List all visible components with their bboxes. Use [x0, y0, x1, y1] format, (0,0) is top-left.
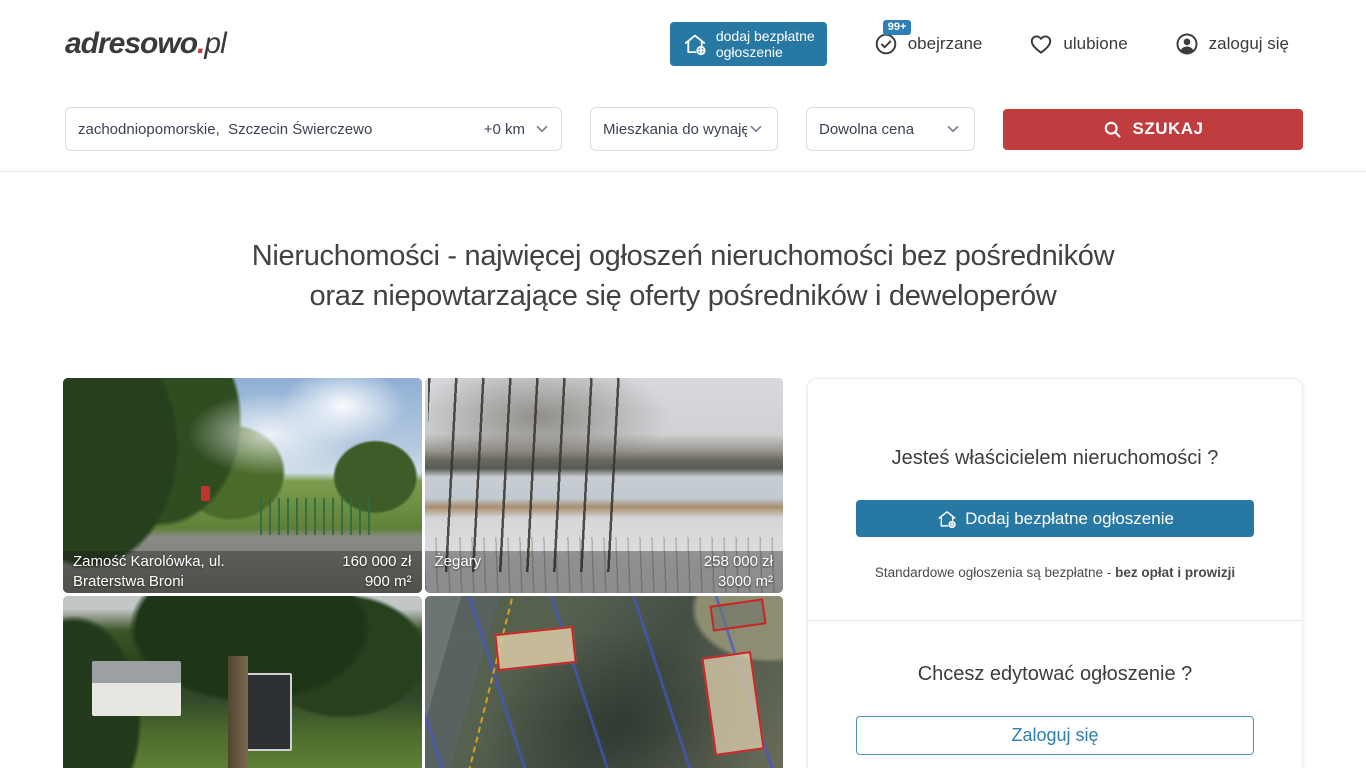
- favorites-button[interactable]: ulubione: [1028, 31, 1127, 57]
- listing-area: 900 m²: [342, 572, 411, 592]
- panel-add-listing-button[interactable]: Dodaj bezpłatne ogłoszenie: [856, 500, 1254, 537]
- listing-photo: [425, 596, 784, 768]
- house-plus-icon: [936, 508, 958, 530]
- viewed-button[interactable]: 99+ obejrzane: [873, 31, 983, 57]
- listing-card[interactable]: Zamość Karolówka, ul.Braterstwa Broni 16…: [63, 378, 422, 593]
- add-listing-label: dodaj bezpłatne ogłoszenie: [716, 28, 815, 60]
- listing-caption: Żegary 258 000 zł3000 m²: [425, 551, 784, 593]
- login-label: zaloguj się: [1209, 34, 1289, 54]
- price-value: Dowolna cena: [819, 121, 914, 138]
- photo-art: [228, 656, 248, 768]
- panel-divider: [808, 620, 1302, 621]
- login-button[interactable]: zaloguj się: [1174, 31, 1289, 57]
- chevron-down-icon: [944, 120, 962, 138]
- viewed-count-badge: 99+: [883, 20, 912, 35]
- site-logo[interactable]: adresowo.pl: [65, 27, 226, 61]
- owner-panel: Jesteś właścicielem nieruchomości ? Doda…: [807, 378, 1303, 768]
- search-submit-label: SZUKAJ: [1132, 119, 1203, 139]
- panel-login-label: Zaloguj się: [1011, 725, 1098, 746]
- listing-price: 160 000 zł: [342, 552, 411, 572]
- location-field: +0 km: [65, 107, 562, 151]
- photo-art: [92, 661, 182, 717]
- listing-area: 3000 m²: [704, 572, 773, 592]
- category-select[interactable]: Mieszkania do wynajęc: [590, 107, 778, 151]
- page-title: Nieruchomości - najwięcej ogłoszeń nieru…: [0, 236, 1366, 316]
- location-input[interactable]: [78, 121, 478, 138]
- panel-add-listing-label: Dodaj bezpłatne ogłoszenie: [965, 509, 1174, 529]
- favorites-label: ulubione: [1063, 34, 1127, 54]
- price-select[interactable]: Dowolna cena: [806, 107, 975, 151]
- main-content: Zamość Karolówka, ul.Braterstwa Broni 16…: [0, 378, 1366, 768]
- search-bar-section: +0 km Mieszkania do wynajęc Dowolna cena…: [0, 88, 1366, 172]
- edit-heading: Chcesz edytować ogłoszenie ?: [856, 663, 1254, 686]
- listing-grid: Zamość Karolówka, ul.Braterstwa Broni 16…: [63, 378, 783, 768]
- radius-value: +0 km: [484, 121, 525, 138]
- listing-card[interactable]: Korenowo Pieszycko, ul. 240 000 zł: [63, 596, 422, 768]
- account-circle-icon: [1174, 31, 1200, 57]
- photo-art: [246, 673, 293, 750]
- house-plus-icon: [682, 31, 708, 57]
- top-header: adresowo.pl dodaj bezpłatne ogłoszenie 9…: [0, 0, 1366, 88]
- listing-price: 258 000 zł: [704, 552, 773, 572]
- owner-heading: Jesteś właścicielem nieruchomości ?: [856, 447, 1254, 470]
- radius-select[interactable]: +0 km: [484, 120, 551, 138]
- hero-section: Nieruchomości - najwięcej ogłoszeń nieru…: [0, 236, 1366, 316]
- logo-main: adresowo: [65, 27, 197, 60]
- viewed-label: obejrzane: [908, 34, 983, 54]
- page: adresowo.pl dodaj bezpłatne ogłoszenie 9…: [0, 0, 1366, 768]
- header-actions: dodaj bezpłatne ogłoszenie 99+ obejrzane…: [670, 22, 1289, 66]
- heart-icon: [1028, 31, 1054, 57]
- category-value: Mieszkania do wynajęc: [603, 121, 747, 138]
- search-icon: [1102, 119, 1123, 140]
- chevron-down-icon: [533, 120, 551, 138]
- photo-art: [260, 498, 375, 535]
- add-listing-button[interactable]: dodaj bezpłatne ogłoszenie: [670, 22, 827, 66]
- listing-photo: [63, 596, 422, 768]
- chevron-down-icon: [747, 120, 765, 138]
- panel-login-button[interactable]: Zaloguj się: [856, 716, 1254, 755]
- listing-caption: Zamość Karolówka, ul.Braterstwa Broni 16…: [63, 551, 422, 593]
- owner-note: Standardowe ogłoszenia są bezpłatne - be…: [856, 565, 1254, 580]
- logo-suffix: pl: [204, 27, 225, 60]
- search-submit-button[interactable]: SZUKAJ: [1003, 109, 1303, 150]
- listing-card[interactable]: Żegary 258 000 zł3000 m²: [425, 378, 784, 593]
- listing-card[interactable]: Rychliki 385 000 zł: [425, 596, 784, 768]
- photo-art: [201, 486, 210, 501]
